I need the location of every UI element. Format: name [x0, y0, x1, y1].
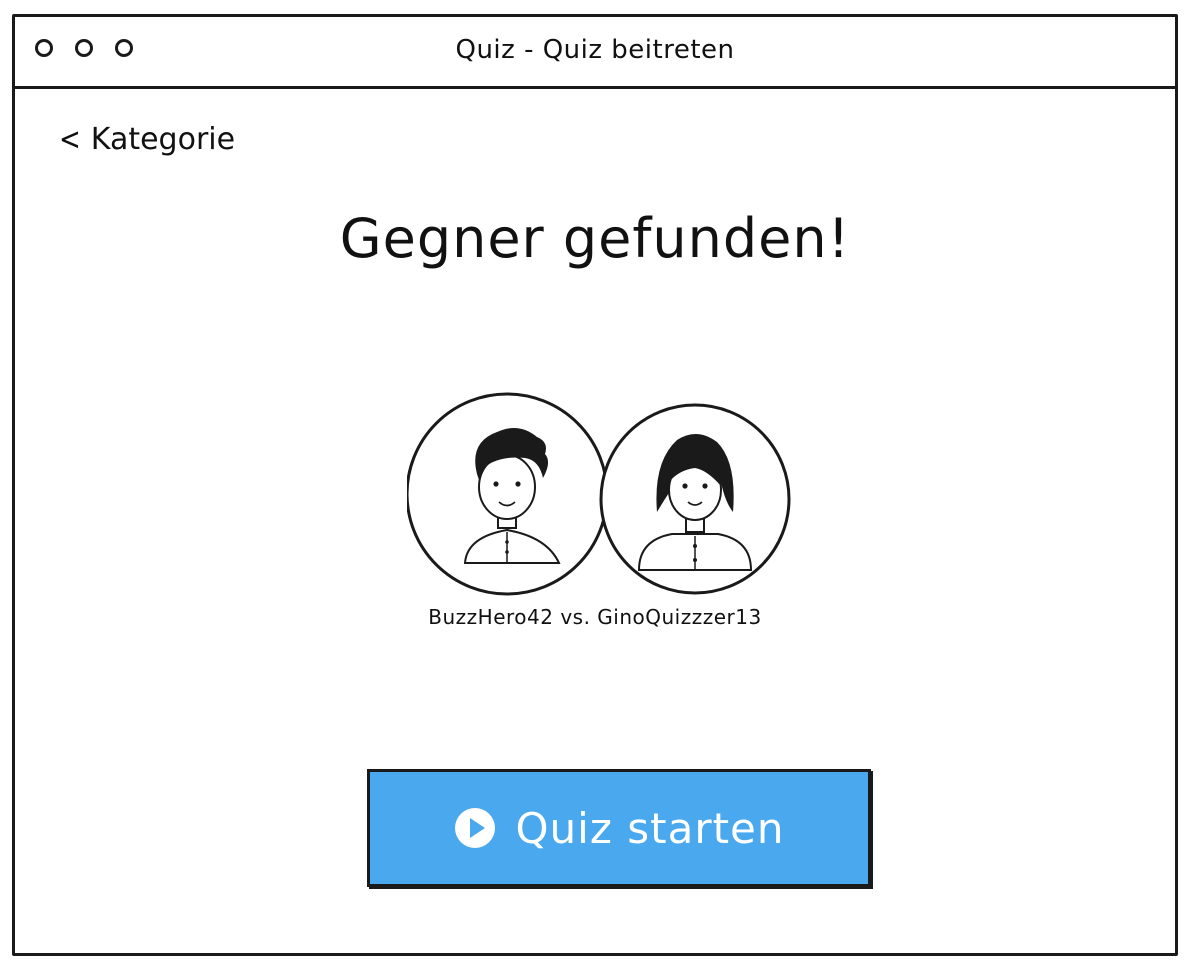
back-link-label: Kategorie — [90, 122, 236, 157]
chevron-left-icon: < — [59, 121, 81, 158]
player-avatars — [407, 392, 791, 596]
play-circle-icon — [455, 808, 496, 848]
page-title: Gegner gefunden! — [339, 207, 851, 270]
players-matchup: BuzzHero42 vs. GinoQuizzzer13 — [428, 605, 762, 629]
female-user-avatar-icon — [599, 403, 791, 595]
male-user-avatar-icon — [407, 392, 609, 596]
browser-window: Quiz - Quiz beitreten < Kategorie Gegner… — [12, 14, 1178, 956]
window-title: Quiz - Quiz beitreten — [455, 35, 735, 65]
start-quiz-label: Quiz starten — [515, 803, 785, 853]
back-link-kategorie[interactable]: < Kategorie — [59, 121, 236, 158]
start-quiz-button[interactable]: Quiz starten — [367, 769, 871, 887]
title-bar: Quiz - Quiz beitreten — [15, 17, 1175, 89]
